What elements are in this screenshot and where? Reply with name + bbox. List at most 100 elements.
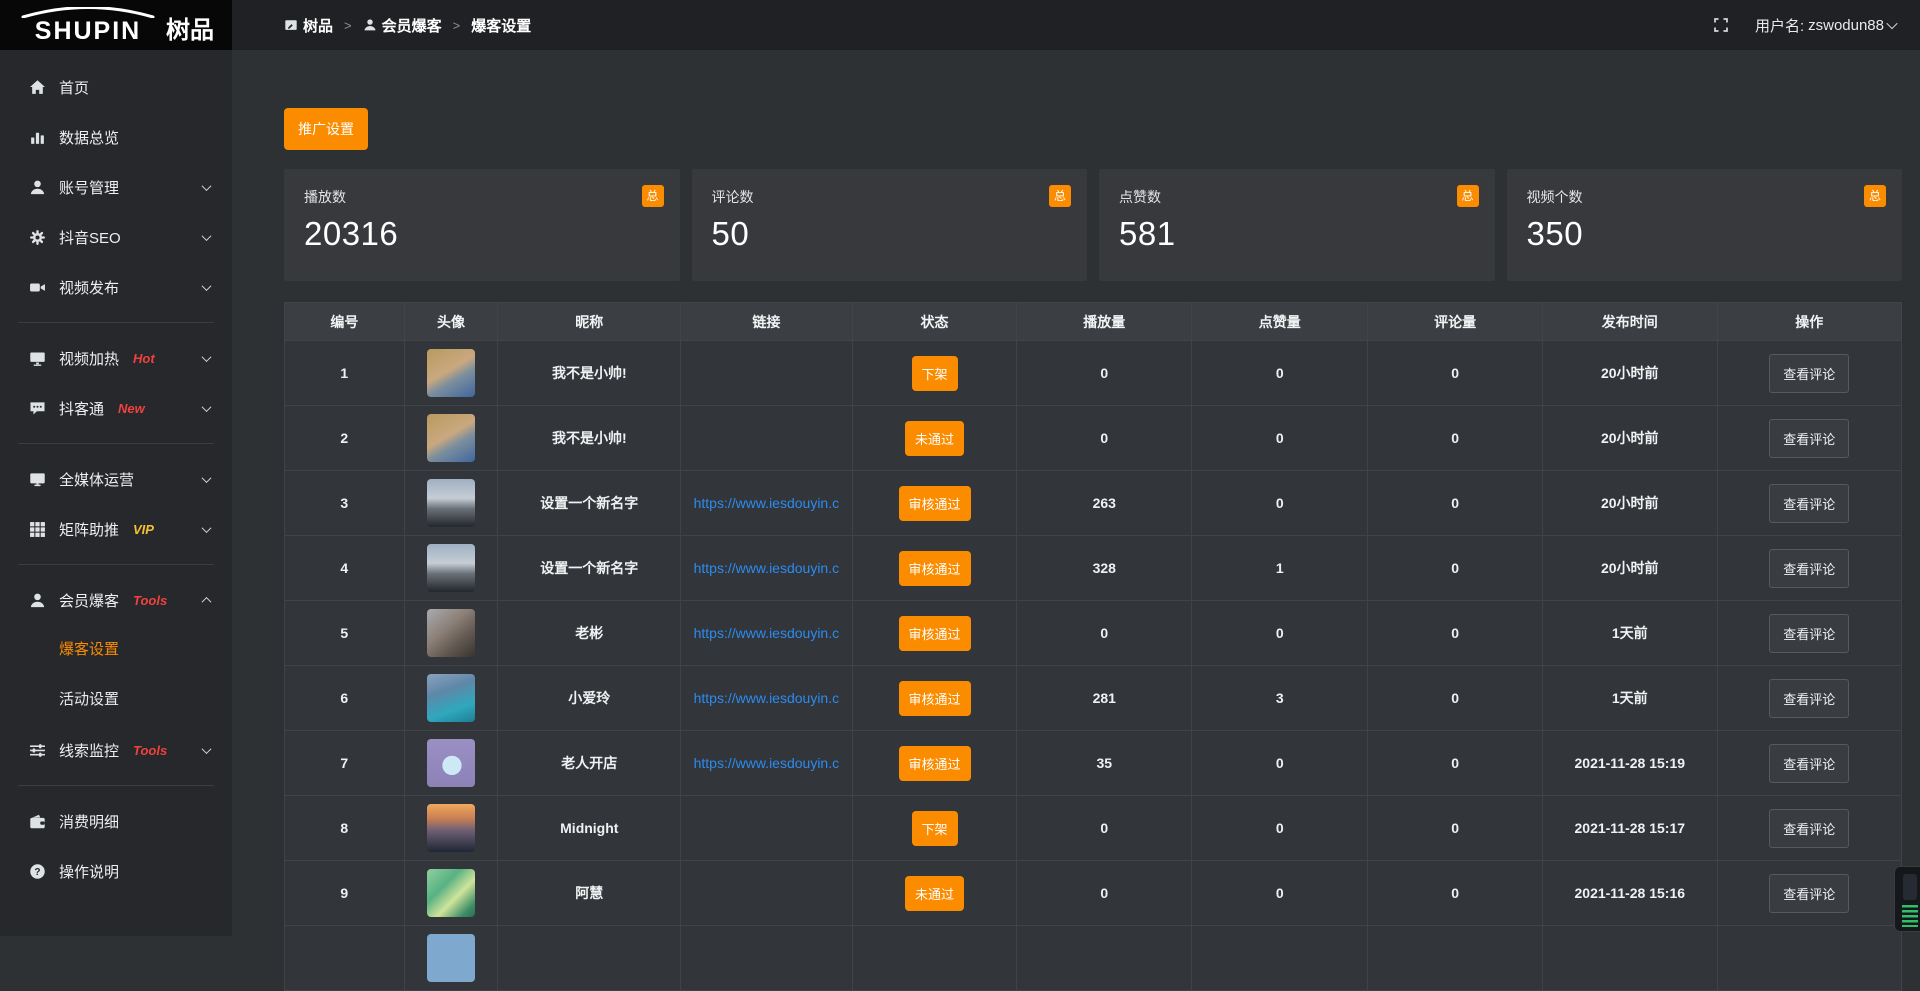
status-cell: 下架 bbox=[852, 796, 1017, 861]
view-comments-button[interactable]: 查看评论 bbox=[1769, 614, 1849, 653]
sidebar-item-member-baoke[interactable]: 会员爆客Tools bbox=[0, 575, 232, 625]
published-cell: 1天前 bbox=[1542, 601, 1717, 666]
sidebar-divider bbox=[18, 785, 214, 786]
breadcrumb-link-home[interactable]: 树品 bbox=[303, 15, 333, 36]
app-logo[interactable]: SHUPIN 树品 bbox=[0, 0, 232, 50]
promotion-settings-button[interactable]: 推广设置 bbox=[284, 108, 368, 150]
avatar-cell bbox=[404, 861, 498, 926]
video-link[interactable]: https://www.iesdouyin.c bbox=[694, 560, 840, 576]
link-cell: https://www.iesdouyin.c bbox=[681, 666, 852, 731]
published-cell: 2021-11-28 15:19 bbox=[1542, 731, 1717, 796]
sidebar-item-video-publish[interactable]: 视频发布 bbox=[0, 262, 232, 312]
sidebar-item-data-overview[interactable]: 数据总览 bbox=[0, 112, 232, 162]
sidebar-item-consumption-detail[interactable]: 消费明细 bbox=[0, 796, 232, 846]
status-cell: 审核通过 bbox=[852, 731, 1017, 796]
link-cell: https://www.iesdouyin.c bbox=[681, 731, 852, 796]
nickname-cell: Midnight bbox=[498, 796, 681, 861]
avatar bbox=[427, 739, 475, 787]
avatar bbox=[427, 804, 475, 852]
sidebar-item-matrix-boost[interactable]: 矩阵助推VIP bbox=[0, 504, 232, 554]
sidebar-item-label: 抖客通 bbox=[59, 398, 104, 419]
grid-icon bbox=[28, 521, 46, 538]
view-comments-button[interactable]: 查看评论 bbox=[1769, 874, 1849, 913]
sidebar-item-label: 首页 bbox=[59, 77, 89, 98]
view-comments-button[interactable]: 查看评论 bbox=[1769, 419, 1849, 458]
sidebar-item-label: 消费明细 bbox=[59, 811, 119, 832]
bar-chart-icon bbox=[28, 129, 46, 146]
plays-cell: 281 bbox=[1017, 666, 1192, 731]
comments-cell bbox=[1368, 926, 1543, 991]
status-cell bbox=[852, 926, 1017, 991]
stat-label: 播放数 bbox=[304, 187, 660, 207]
status-badge-button[interactable]: 未通过 bbox=[905, 421, 964, 456]
nickname-cell: 小爱玲 bbox=[498, 666, 681, 731]
sidebar-item-media-operation[interactable]: 全媒体运营 bbox=[0, 454, 232, 504]
view-comments-button[interactable]: 查看评论 bbox=[1769, 679, 1849, 718]
video-link[interactable]: https://www.iesdouyin.c bbox=[694, 625, 840, 641]
chevron-down-icon bbox=[202, 473, 212, 483]
breadcrumb-link-member[interactable]: 会员爆客 bbox=[382, 15, 442, 36]
status-badge-button[interactable]: 下架 bbox=[912, 811, 958, 846]
user-icon bbox=[28, 179, 46, 196]
action-cell: 查看评论 bbox=[1717, 861, 1901, 926]
published-cell: 20小时前 bbox=[1542, 536, 1717, 601]
sidebar-item-clue-monitor[interactable]: 线索监控Tools bbox=[0, 725, 232, 775]
status-badge-button[interactable]: 审核通过 bbox=[899, 746, 971, 781]
status-badge-button[interactable]: 审核通过 bbox=[899, 486, 971, 521]
status-badge-button[interactable]: 未通过 bbox=[905, 876, 964, 911]
sidebar-item-douyin-seo[interactable]: 抖音SEO bbox=[0, 212, 232, 262]
status-badge-button[interactable]: 审核通过 bbox=[899, 616, 971, 651]
stat-card: 播放数20316总 bbox=[284, 169, 680, 281]
published-cell: 20小时前 bbox=[1542, 341, 1717, 406]
avatar-cell bbox=[404, 341, 498, 406]
comments-cell: 0 bbox=[1368, 536, 1543, 601]
video-table: 编号头像昵称链接状态播放量点赞量评论量发布时间操作 1我不是小帅!下架00020… bbox=[284, 302, 1902, 991]
nickname-cell: 我不是小帅! bbox=[498, 341, 681, 406]
view-comments-button[interactable]: 查看评论 bbox=[1769, 744, 1849, 783]
plays-cell: 0 bbox=[1017, 601, 1192, 666]
published-cell: 1天前 bbox=[1542, 666, 1717, 731]
comments-cell: 0 bbox=[1368, 796, 1543, 861]
sidebar-item-label: 全媒体运营 bbox=[59, 469, 134, 490]
link-cell: https://www.iesdouyin.c bbox=[681, 601, 852, 666]
table-header-row: 编号头像昵称链接状态播放量点赞量评论量发布时间操作 bbox=[285, 303, 1902, 341]
sidebar-item-video-heat[interactable]: 视频加热Hot bbox=[0, 333, 232, 383]
status-badge-button[interactable]: 审核通过 bbox=[899, 681, 971, 716]
column-header: 播放量 bbox=[1017, 303, 1192, 341]
link-cell: https://www.iesdouyin.c bbox=[681, 536, 852, 601]
question-icon: ? bbox=[28, 863, 46, 880]
sidebar-item-home[interactable]: 首页 bbox=[0, 62, 232, 112]
column-header: 点赞量 bbox=[1192, 303, 1368, 341]
sidebar-item-operation-guide[interactable]: ?操作说明 bbox=[0, 846, 232, 896]
user-menu[interactable]: 用户名: zswodun88 bbox=[1755, 15, 1896, 36]
sidebar-subitem-baoke-settings[interactable]: 爆客设置 bbox=[0, 625, 232, 675]
view-comments-button[interactable]: 查看评论 bbox=[1769, 549, 1849, 588]
chevron-down-icon bbox=[202, 402, 212, 412]
sidebar-item-douketong[interactable]: 抖客通New bbox=[0, 383, 232, 433]
comments-cell: 0 bbox=[1368, 666, 1543, 731]
breadcrumb: 树品 > 会员爆客 > 爆客设置 bbox=[284, 15, 531, 36]
nickname-cell: 设置一个新名字 bbox=[498, 536, 681, 601]
sidebar-subitem-activity-settings[interactable]: 活动设置 bbox=[0, 675, 232, 725]
column-header: 发布时间 bbox=[1542, 303, 1717, 341]
breadcrumb-current: 爆客设置 bbox=[471, 15, 531, 36]
avatar bbox=[427, 479, 475, 527]
table-row: 5老彬https://www.iesdouyin.c审核通过0001天前查看评论 bbox=[285, 601, 1902, 666]
stat-card: 评论数50总 bbox=[692, 169, 1088, 281]
video-link[interactable]: https://www.iesdouyin.c bbox=[694, 690, 840, 706]
status-badge-button[interactable]: 下架 bbox=[912, 356, 958, 391]
view-comments-button[interactable]: 查看评论 bbox=[1769, 354, 1849, 393]
video-link[interactable]: https://www.iesdouyin.c bbox=[694, 495, 840, 511]
video-link[interactable]: https://www.iesdouyin.c bbox=[694, 755, 840, 771]
view-comments-button[interactable]: 查看评论 bbox=[1769, 809, 1849, 848]
sidebar-item-label: 数据总览 bbox=[59, 127, 119, 148]
sidebar-item-label: 线索监控 bbox=[59, 740, 119, 761]
sidebar-item-label: 视频发布 bbox=[59, 277, 119, 298]
sidebar-item-account-management[interactable]: 账号管理 bbox=[0, 162, 232, 212]
floating-widget[interactable] bbox=[1894, 866, 1920, 932]
fullscreen-icon[interactable] bbox=[1713, 17, 1729, 33]
dashboard-icon bbox=[284, 18, 298, 32]
view-comments-button[interactable]: 查看评论 bbox=[1769, 484, 1849, 523]
row-id-cell: 1 bbox=[285, 341, 405, 406]
status-badge-button[interactable]: 审核通过 bbox=[899, 551, 971, 586]
